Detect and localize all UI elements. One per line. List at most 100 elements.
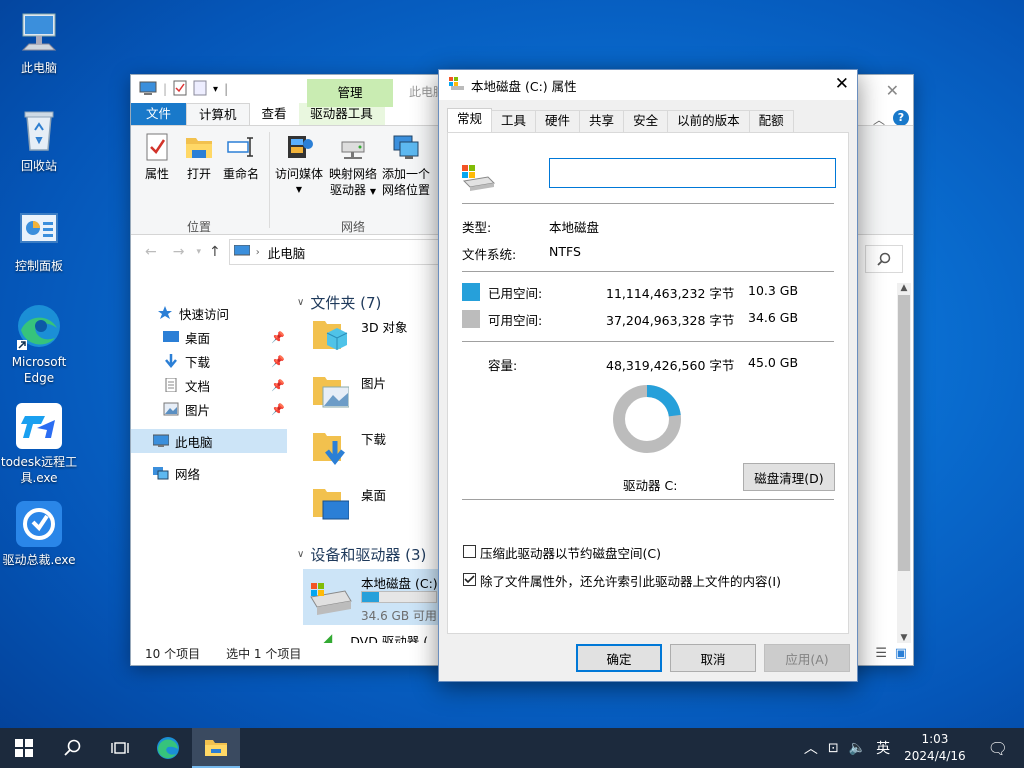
tab-sharing[interactable]: 共享 (579, 110, 625, 132)
tab-file[interactable]: 文件 (131, 103, 187, 125)
back-icon[interactable]: ← (145, 244, 157, 260)
pin-icon[interactable]: 📌 (271, 355, 285, 368)
volume-name-input[interactable] (549, 158, 836, 188)
used-space-gb: 10.3 GB (748, 283, 799, 298)
tab-tools[interactable]: 工具 (491, 110, 537, 132)
desktop-icon-driver-tool[interactable]: 驱动总裁.exe (0, 500, 78, 568)
add-network-location-button[interactable]: 添加一个 网络位置 (379, 132, 433, 198)
properties-button[interactable]: 属性 (139, 132, 175, 182)
tab-quota[interactable]: 配额 (748, 110, 794, 132)
details-view-icon[interactable]: ☰ (875, 646, 887, 661)
pin-icon[interactable]: 📌 (271, 403, 285, 416)
nav-pictures[interactable]: 图片 📌 (131, 397, 289, 421)
scroll-thumb[interactable] (898, 295, 910, 571)
map-network-drive-button[interactable]: 映射网络 驱动器 ▼ (327, 132, 379, 200)
checkmark-icon (464, 575, 475, 584)
desktop-icon-edge[interactable]: Microsoft Edge (0, 302, 78, 386)
context-tab-manage[interactable]: 管理 (307, 79, 393, 107)
nav-desktop[interactable]: 桌面 📌 (131, 325, 289, 349)
properties-dialog[interactable]: 本地磁盘 (C:) 属性 ✕ 常规 工具 硬件 共享 安全 以前的版本 配额 类… (438, 69, 858, 682)
scroll-up-icon[interactable]: ▲ (897, 283, 911, 293)
tab-view[interactable]: 查看 (250, 103, 299, 125)
quick-access-dropdown-icon[interactable]: ▾ (213, 84, 218, 95)
taskbar-explorer-button[interactable] (192, 728, 240, 768)
star-icon (157, 306, 173, 320)
tab-previous-versions[interactable]: 以前的版本 (667, 110, 750, 132)
desktop-icon-recycle-bin[interactable]: 回收站 (0, 106, 78, 174)
nav-downloads[interactable]: 下载 📌 (131, 349, 289, 373)
dropdown-arrow-icon: ▼ (369, 187, 376, 196)
show-hidden-icons-icon[interactable]: ︿ (804, 738, 818, 758)
tab-computer[interactable]: 计算机 (186, 103, 250, 125)
close-icon[interactable]: ✕ (886, 81, 899, 100)
close-icon[interactable]: ✕ (835, 74, 849, 94)
dialog-title-bar[interactable]: 本地磁盘 (C:) 属性 ✕ (439, 70, 857, 100)
desktop-folder-icon (311, 483, 350, 521)
disk-usage-donut (613, 385, 681, 453)
edge-icon (15, 302, 63, 350)
drive-c-item[interactable]: 本地磁盘 (C:) 34.6 GB 可用， (303, 569, 449, 625)
taskbar-edge-button[interactable] (144, 728, 192, 768)
pin-icon[interactable]: 📌 (271, 379, 285, 392)
nav-this-pc[interactable]: 此电脑 (131, 429, 287, 453)
address-bar[interactable]: › 此电脑 (228, 239, 439, 265)
nav-documents[interactable]: 文档 📌 (131, 373, 289, 397)
index-checkbox[interactable] (463, 573, 476, 586)
input-method-indicator[interactable]: 英 (876, 738, 890, 758)
computer-icon (139, 81, 157, 98)
pin-icon[interactable]: 📌 (271, 331, 285, 344)
hard-drive-icon (462, 165, 496, 194)
volume-icon[interactable]: 🔈 (849, 740, 866, 756)
control-panel-icon (15, 206, 63, 254)
computer-icon (233, 244, 251, 260)
folder-item[interactable]: 下载 (311, 427, 386, 466)
downloads-folder-icon (311, 427, 349, 466)
open-button[interactable]: 打开 (181, 132, 217, 182)
clock[interactable]: 1:03 2024/4/16 (904, 731, 966, 765)
capacity-bytes: 48,319,426,560 字节 (606, 358, 735, 373)
large-icons-view-icon[interactable]: ▣ (895, 646, 907, 661)
devices-section-header[interactable]: ∨ 设备和驱动器 (3) (297, 541, 426, 567)
drive-usage-bar (361, 591, 437, 603)
folder-item[interactable]: 桌面 (311, 483, 386, 521)
folder-item[interactable]: 3D 对象 (311, 315, 408, 353)
search-box[interactable] (865, 245, 903, 273)
cancel-button[interactable]: 取消 (670, 644, 756, 672)
dialog-title: 本地磁盘 (C:) 属性 (471, 78, 577, 94)
vertical-scrollbar[interactable]: ▲ ▼ (897, 283, 911, 643)
desktop-icon-label: 回收站 (20, 159, 57, 173)
desktop-icon-this-pc[interactable]: 此电脑 (0, 8, 78, 76)
filesystem-value: NTFS (549, 244, 581, 259)
rename-button[interactable]: 重命名 (219, 132, 263, 182)
clock-date: 2024/4/16 (904, 749, 966, 763)
search-icon (64, 739, 81, 756)
recent-locations-icon[interactable]: ▾ (196, 247, 201, 257)
help-icon[interactable]: ? (893, 110, 909, 126)
capacity-label: 容量: (488, 358, 518, 373)
notification-center-icon[interactable]: 🗨 (988, 739, 1008, 758)
desktop-icon-todesk[interactable]: todesk远程工具.exe (0, 402, 78, 486)
new-folder-quick-icon[interactable] (193, 80, 207, 99)
ok-button[interactable]: 确定 (576, 644, 662, 672)
nav-quick-access[interactable]: 快速访问 (131, 301, 289, 325)
search-icon (877, 252, 891, 266)
task-view-button[interactable] (96, 728, 144, 768)
forward-icon[interactable]: → (173, 244, 185, 260)
search-button[interactable] (48, 728, 96, 768)
up-icon[interactable]: ↑ (209, 244, 221, 260)
disk-cleanup-button[interactable]: 磁盘清理(D) (743, 463, 835, 491)
start-button[interactable] (0, 728, 48, 768)
tab-security[interactable]: 安全 (623, 110, 669, 132)
folder-item[interactable]: 图片 (311, 371, 386, 409)
tab-hardware[interactable]: 硬件 (535, 110, 581, 132)
access-media-button[interactable]: 访问媒体 ▼ (273, 132, 325, 198)
compress-checkbox[interactable] (463, 545, 476, 558)
properties-quick-icon[interactable] (173, 80, 187, 99)
network-status-icon[interactable]: ⊡ (828, 741, 839, 756)
apply-button[interactable]: 应用(A) (764, 644, 850, 672)
desktop-icon-label: Microsoft Edge (11, 355, 67, 385)
desktop-icon-control-panel[interactable]: 控制面板 (0, 206, 78, 274)
nav-network[interactable]: 网络 (131, 461, 289, 485)
desktop-icon-label: 控制面板 (14, 259, 63, 273)
tab-general[interactable]: 常规 (447, 108, 493, 132)
